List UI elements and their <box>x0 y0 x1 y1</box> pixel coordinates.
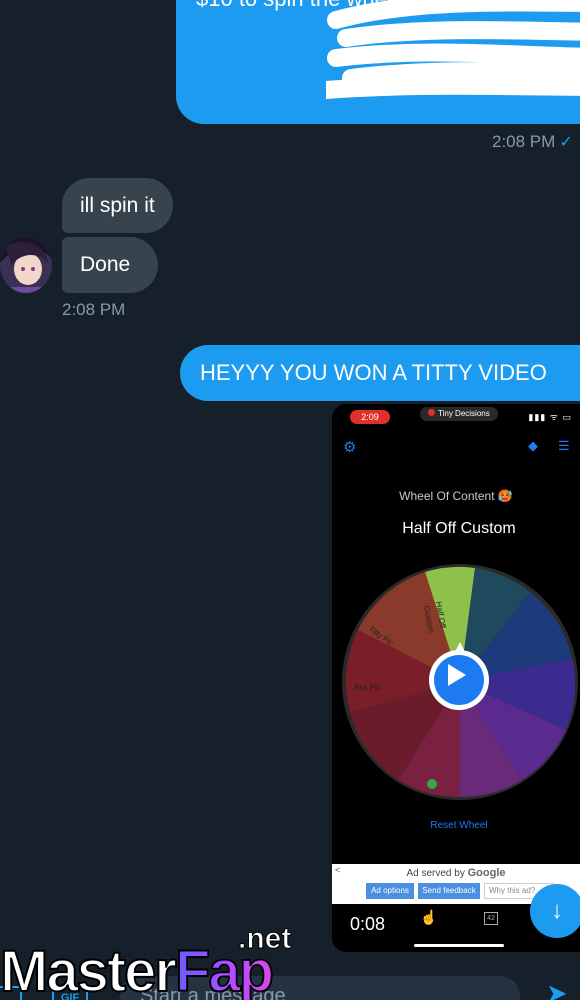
phone-app-name: Tiny Decisions <box>438 409 490 418</box>
record-dot-icon <box>428 409 435 416</box>
diamond-icon: ◆ <box>528 438 538 453</box>
outgoing-message-text: HEYYY YOU WON A TITTY VIDEO <box>200 360 547 385</box>
wheel-title-text: Wheel Of Content <box>399 489 495 503</box>
hand-icon: ☝ <box>420 909 438 925</box>
outgoing-time-text: 2:08 PM <box>492 132 556 151</box>
watermark-text: MasterFap <box>0 938 275 1000</box>
outgoing-timestamp: 2:08 PM ✓ <box>492 132 573 152</box>
gear-icon: ⚙ <box>343 439 357 456</box>
ad-options-button[interactable]: Ad options <box>366 883 414 899</box>
outgoing-message-bubble-top[interactable]: $10 to spin the wheel <box>176 0 580 124</box>
send-icon[interactable]: ➤ <box>546 978 568 1000</box>
ad-served-prefix: Ad served by <box>406 868 465 879</box>
svg-text:Ass Pic: Ass Pic <box>354 683 381 692</box>
play-icon <box>448 664 466 686</box>
ad-brand: Google <box>467 867 506 879</box>
incoming-timestamp: 2:08 PM <box>62 300 126 319</box>
ad-served-by: Ad served by Google <box>332 867 580 879</box>
home-indicator <box>414 944 504 947</box>
redaction-scribble <box>326 0 580 99</box>
incoming-message-bubble[interactable]: ill spin it <box>62 178 173 233</box>
incoming-message-text: ill spin it <box>80 193 155 217</box>
hot-face-emoji-icon: 🥵 <box>497 489 513 503</box>
spin-play-button[interactable] <box>429 650 489 710</box>
scroll-down-button[interactable]: ↓ <box>530 884 580 938</box>
watermark-master: Master <box>0 938 178 1000</box>
incoming-message-text: Done <box>80 253 131 276</box>
watermark-fap: Fap <box>174 938 275 1000</box>
phone-status-icons: ▮▮▮ ᯤ ▭ <box>528 412 572 422</box>
counter-badge: 42 <box>484 912 498 925</box>
watermark-logo: .net MasterFap <box>0 922 310 1000</box>
avatar-illustration <box>0 237 52 293</box>
ad-feedback-button[interactable]: Send feedback <box>418 883 480 899</box>
wheel-result: Half Off Custom <box>402 520 516 537</box>
arrow-down-icon: ↓ <box>551 897 563 924</box>
phone-app-pill: Tiny Decisions <box>420 407 498 421</box>
video-time: 0:08 <box>350 914 386 934</box>
phone-status-time: 2:09 <box>350 410 390 424</box>
avatar[interactable] <box>0 237 52 293</box>
incoming-message-bubble[interactable]: Done <box>62 237 158 293</box>
reset-wheel-link[interactable]: Reset Wheel <box>332 820 580 831</box>
video-attachment[interactable]: 2:09 Tiny Decisions ▮▮▮ ᯤ ▭ ⚙ ◆ ☰ Wheel … <box>332 404 580 952</box>
outgoing-message-bubble[interactable]: HEYYY YOU WON A TITTY VIDEO <box>180 345 580 401</box>
menu-icon: ☰ <box>558 438 570 453</box>
read-check-icon: ✓ <box>559 134 573 151</box>
wheel-title: Wheel Of Content 🥵 <box>332 489 580 503</box>
